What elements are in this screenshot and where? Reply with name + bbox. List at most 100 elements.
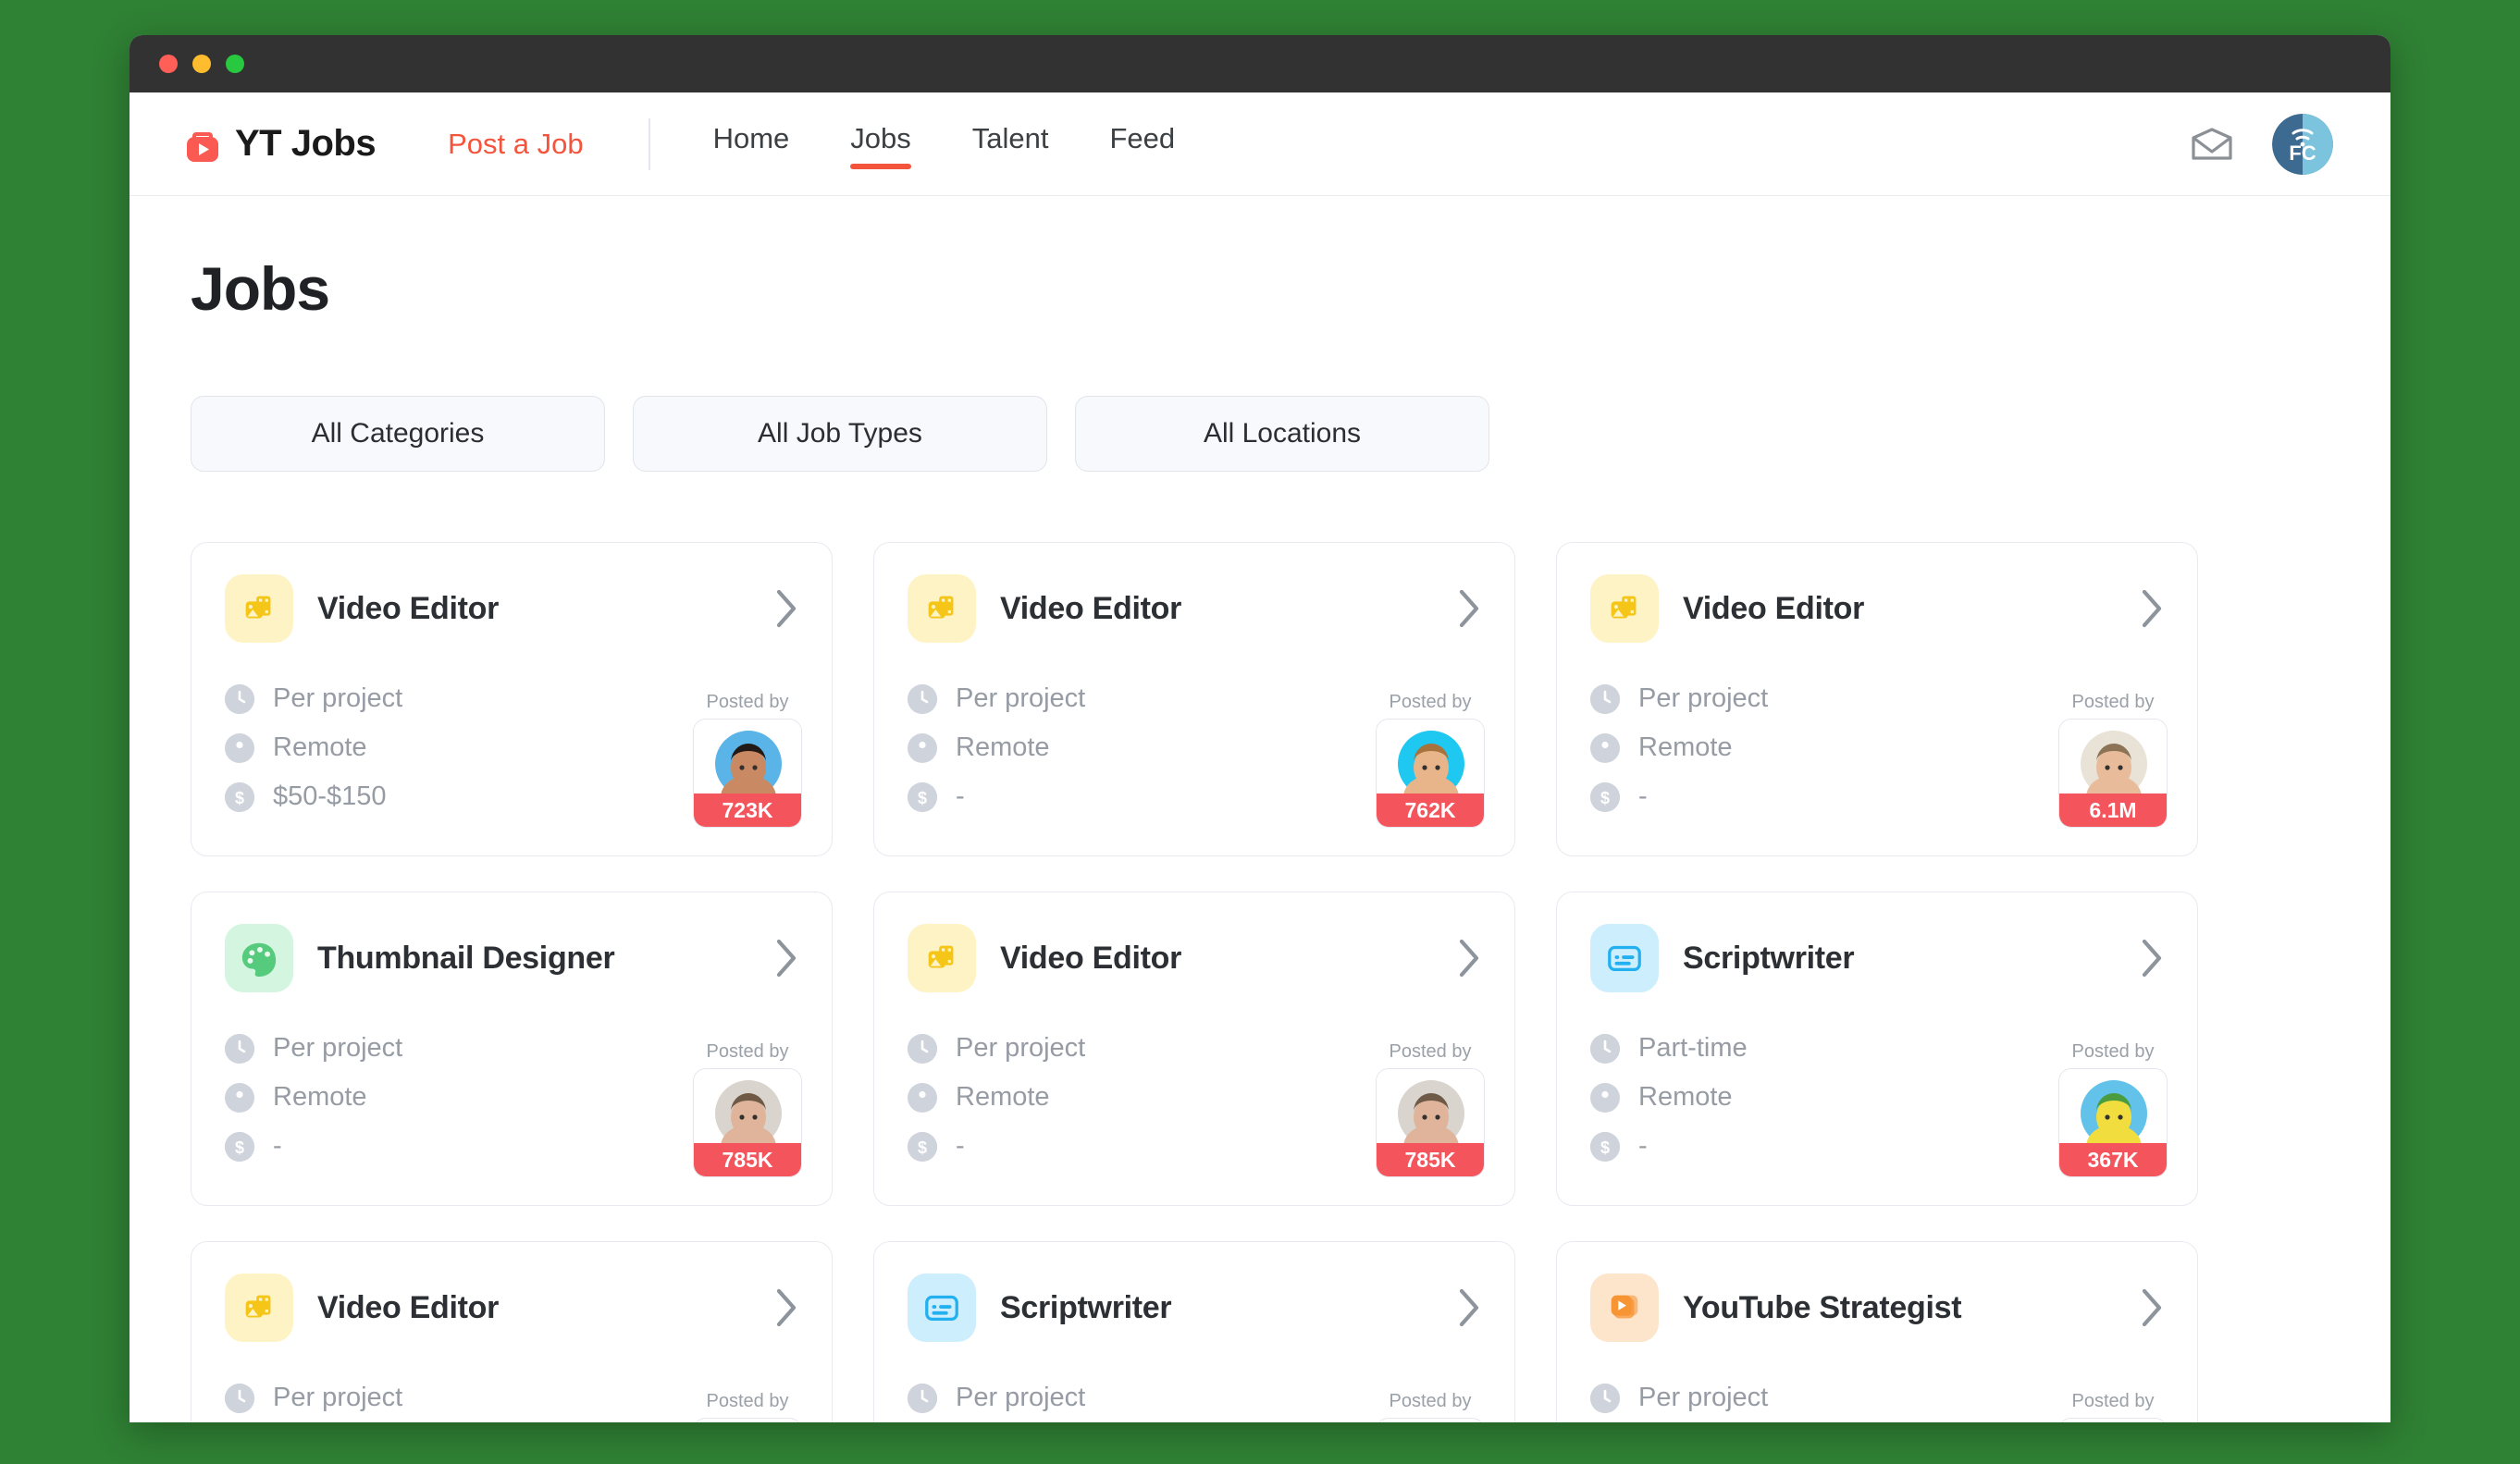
nav-link-home[interactable]: Home	[713, 122, 790, 166]
chevron-right-icon[interactable]	[774, 588, 798, 629]
page-content: Jobs All Categories All Job Types All Lo…	[130, 253, 2390, 1422]
poster-avatar-card[interactable]	[693, 1418, 802, 1422]
poster-avatar-card[interactable]	[1376, 1418, 1485, 1422]
job-title: Video Editor	[1683, 590, 1865, 626]
job-card[interactable]: Video Editor Per project Remote $ - Posted by…	[873, 892, 1515, 1206]
browser-window: YT Jobs Post a Job Home Jobs Talent Feed	[130, 35, 2390, 1422]
clock-icon	[1590, 1383, 1620, 1413]
job-card[interactable]: Video Editor Per project Remote $ $50-$150 Po…	[191, 542, 833, 856]
svg-text:$: $	[235, 1138, 244, 1157]
clock-icon	[225, 683, 254, 714]
map-pin-icon	[908, 1082, 937, 1113]
job-card[interactable]: Video Editor Per project Remote $ - Posted by…	[1556, 542, 2198, 856]
job-time: Per project	[273, 1383, 403, 1412]
posted-by-label: Posted by	[2071, 1391, 2155, 1411]
chevron-right-icon[interactable]	[2140, 1287, 2164, 1328]
posted-by-label: Posted by	[2071, 1041, 2155, 1062]
cartoon-man-glasses	[1377, 720, 1484, 794]
job-pay: -	[1638, 781, 1648, 811]
job-card-header: Thumbnail Designer	[225, 924, 798, 992]
job-card[interactable]: ScriptwriterPer projectHybrid$Posted by	[873, 1241, 1515, 1422]
poster-avatar-card[interactable]	[2058, 1418, 2168, 1422]
job-title: Video Editor	[317, 1289, 500, 1325]
job-card-header: Video Editor	[908, 924, 1481, 992]
job-card[interactable]: Video Editor Per project Remote $ - Posted by…	[873, 542, 1515, 856]
window-close-button[interactable]	[159, 55, 178, 73]
user-avatar[interactable]: FC	[2272, 113, 2333, 175]
brand-logo[interactable]: YT Jobs	[183, 123, 377, 165]
job-poster[interactable]: Posted by 367K	[2058, 1041, 2168, 1177]
dollar-icon: $	[225, 781, 254, 812]
poster-avatar-card[interactable]: 6.1M	[2058, 719, 2168, 828]
woman-braids-photo	[1377, 1419, 1484, 1422]
video-stack-icon	[1590, 1273, 1659, 1342]
posted-by-label: Posted by	[706, 692, 789, 712]
chevron-right-icon[interactable]	[774, 938, 798, 978]
job-card-header: YouTube Strategist	[1590, 1273, 2164, 1342]
poster-avatar-card[interactable]: 785K	[693, 1068, 802, 1177]
clock-icon	[1590, 683, 1620, 714]
job-time: Per project	[956, 1033, 1086, 1063]
job-poster[interactable]: Posted by 6.1M	[2058, 692, 2168, 828]
job-location: Remote	[956, 732, 1050, 762]
follower-count-badge: 785K	[694, 1143, 801, 1176]
job-pay: $50-$150	[273, 781, 387, 811]
nav-right-actions: FC	[2191, 113, 2333, 175]
video-image-icon	[908, 574, 976, 643]
window-minimize-button[interactable]	[192, 55, 211, 73]
chevron-right-icon[interactable]	[1457, 588, 1481, 629]
posted-by-label: Posted by	[706, 1041, 789, 1062]
job-poster[interactable]: Posted by 785K	[1376, 1041, 1485, 1177]
clock-icon	[908, 683, 937, 714]
poster-avatar-card[interactable]: 785K	[1376, 1068, 1485, 1177]
job-poster[interactable]: Posted by 762K	[1376, 692, 1485, 828]
clock-icon	[225, 1033, 254, 1064]
follower-count-badge: 367K	[2059, 1143, 2167, 1176]
job-poster[interactable]: Posted by	[1376, 1391, 1485, 1422]
job-location: Remote	[1638, 1082, 1733, 1112]
filter-all-categories[interactable]: All Categories	[191, 396, 605, 472]
video-image-icon	[225, 574, 293, 643]
job-time: Per project	[956, 683, 1086, 713]
filter-all-locations[interactable]: All Locations	[1075, 396, 1489, 472]
job-location: Remote	[273, 732, 367, 762]
dollar-icon: $	[225, 1131, 254, 1162]
job-card[interactable]: Video EditorPer projectRemote$Posted by	[191, 1241, 833, 1422]
job-poster[interactable]: Posted by	[2058, 1391, 2168, 1422]
poster-avatar-card[interactable]: 762K	[1376, 719, 1485, 828]
lemon-character-art	[2059, 1069, 2167, 1143]
nav-link-jobs[interactable]: Jobs	[850, 122, 912, 169]
video-image-icon	[225, 1273, 293, 1342]
job-poster[interactable]: Posted by 785K	[693, 1041, 802, 1177]
job-card[interactable]: YouTube StrategistPer projectRemote$Post…	[1556, 1241, 2198, 1422]
map-pin-icon	[908, 732, 937, 763]
job-poster[interactable]: Posted by 723K	[693, 692, 802, 828]
chevron-right-icon[interactable]	[2140, 938, 2164, 978]
chevron-right-icon[interactable]	[774, 1287, 798, 1328]
post-a-job-link[interactable]: Post a Job	[448, 128, 583, 161]
job-card[interactable]: Thumbnail Designer Per project Remote $ - Pos…	[191, 892, 833, 1206]
video-image-icon	[1590, 574, 1659, 643]
chevron-right-icon[interactable]	[1457, 1287, 1481, 1328]
envelope-icon[interactable]	[2191, 127, 2233, 161]
filter-all-job-types[interactable]: All Job Types	[633, 396, 1047, 472]
top-navbar: YT Jobs Post a Job Home Jobs Talent Feed	[130, 92, 2390, 196]
window-maximize-button[interactable]	[226, 55, 244, 73]
nav-link-talent[interactable]: Talent	[972, 122, 1049, 166]
chevron-right-icon[interactable]	[2140, 588, 2164, 629]
job-pay: -	[273, 1131, 282, 1161]
job-title: Video Editor	[1000, 940, 1182, 976]
job-card-header: Scriptwriter	[1590, 924, 2164, 992]
two-people-photo	[1377, 1069, 1484, 1143]
caption-icon	[908, 1273, 976, 1342]
poster-avatar-card[interactable]: 723K	[693, 719, 802, 828]
chevron-right-icon[interactable]	[1457, 938, 1481, 978]
job-card[interactable]: Scriptwriter Part-time Remote $ - Posted by 36…	[1556, 892, 2198, 1206]
job-poster[interactable]: Posted by	[693, 1391, 802, 1422]
nav-link-feed[interactable]: Feed	[1110, 122, 1176, 166]
palette-icon	[225, 924, 293, 992]
poster-avatar-card[interactable]: 367K	[2058, 1068, 2168, 1177]
clock-icon	[225, 1383, 254, 1413]
dollar-icon: $	[908, 1131, 937, 1162]
follower-count-badge: 723K	[694, 794, 801, 827]
